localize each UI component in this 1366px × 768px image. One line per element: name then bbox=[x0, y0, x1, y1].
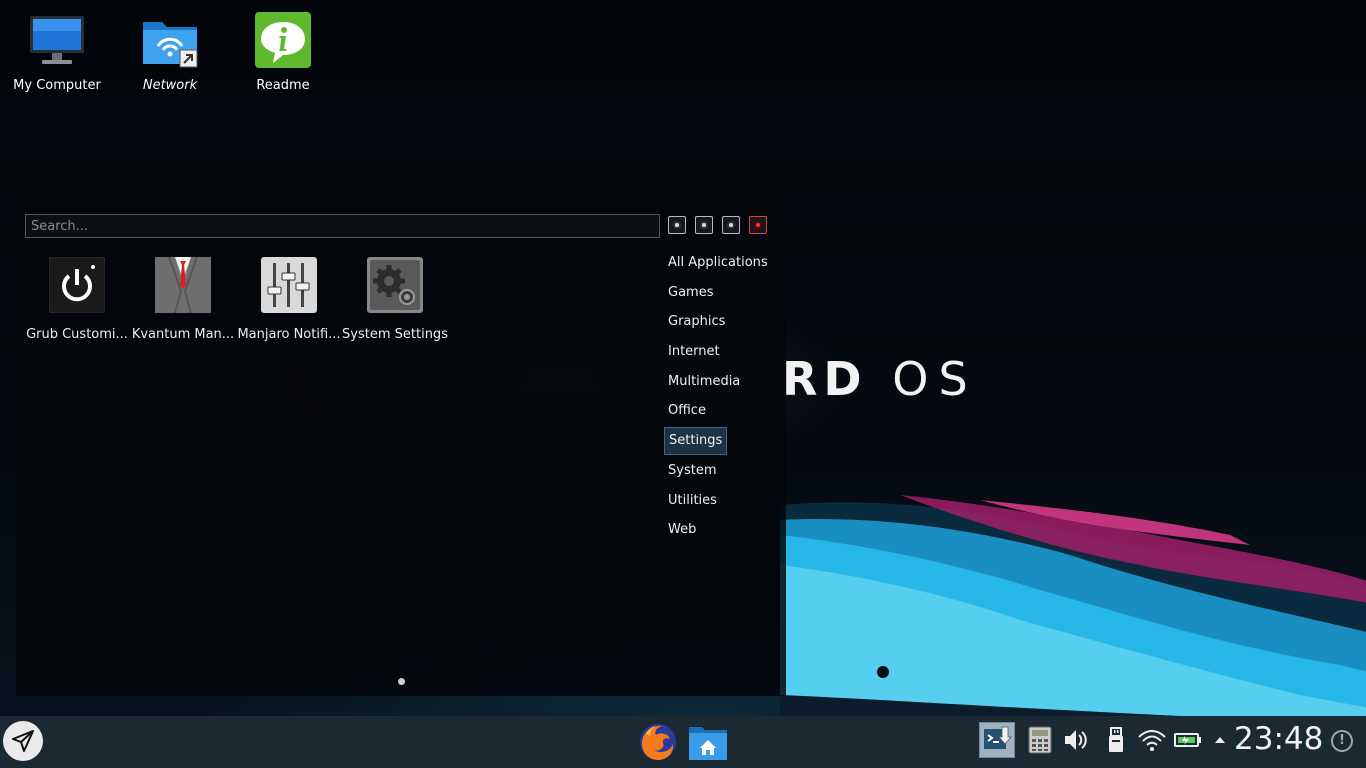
taskbar: 23:48 ! bbox=[0, 716, 1366, 768]
category-list: All Applications Games Graphics Internet… bbox=[664, 249, 784, 546]
expand-tray-button[interactable] bbox=[1206, 724, 1234, 756]
gears-icon bbox=[367, 257, 423, 313]
lock-button[interactable] bbox=[668, 216, 686, 234]
expand-arrow-icon bbox=[1215, 737, 1225, 743]
category-web[interactable]: Web bbox=[664, 516, 700, 544]
application-menu-button[interactable] bbox=[3, 721, 43, 761]
volume-icon bbox=[1065, 730, 1087, 750]
shutdown-button[interactable] bbox=[749, 216, 767, 234]
app-grub-customizer[interactable]: Grub Customi... bbox=[24, 256, 130, 342]
desktop-icon-label: Network bbox=[142, 78, 198, 93]
terminal-download-icon bbox=[984, 726, 1012, 749]
wallpaper-brand-text: RD OS bbox=[782, 352, 978, 406]
calculator-tray[interactable] bbox=[1024, 724, 1056, 756]
category-internet[interactable]: Internet bbox=[664, 338, 724, 366]
firefox-launcher[interactable] bbox=[638, 722, 678, 762]
application-launcher: Grub Customi... Kvantum Man... bbox=[16, 203, 786, 696]
app-label: Grub Customi... bbox=[26, 327, 128, 342]
desktop-icon-network[interactable]: Network bbox=[114, 12, 226, 93]
restart-icon bbox=[727, 221, 735, 229]
lock-icon bbox=[673, 221, 681, 229]
wifi-icon bbox=[1138, 730, 1166, 751]
category-settings[interactable]: Settings bbox=[664, 427, 728, 456]
usb-tray[interactable] bbox=[1100, 724, 1132, 756]
paper-plane-icon bbox=[12, 730, 34, 752]
firefox-icon bbox=[640, 724, 676, 760]
category-utilities[interactable]: Utilities bbox=[664, 487, 721, 515]
app-label: Kvantum Man... bbox=[131, 327, 235, 342]
digital-clock[interactable]: 23:48 bbox=[1234, 721, 1323, 757]
power-icon bbox=[48, 256, 106, 314]
network-folder-icon bbox=[140, 12, 200, 72]
category-games[interactable]: Games bbox=[664, 279, 717, 307]
category-office[interactable]: Office bbox=[664, 397, 710, 425]
monitor-icon bbox=[27, 12, 87, 72]
wallpaper-paint-wave bbox=[780, 495, 1366, 725]
desktop-icon-readme[interactable]: Readme bbox=[227, 12, 339, 93]
app-system-settings[interactable]: System Settings bbox=[342, 257, 448, 342]
desktop-icon-label: My Computer bbox=[13, 78, 101, 93]
notifications-icon[interactable]: ! bbox=[1331, 730, 1353, 752]
usb-icon bbox=[1109, 727, 1123, 752]
suit-icon bbox=[155, 256, 211, 314]
session-buttons bbox=[668, 216, 767, 234]
app-label: Manjaro Notifi... bbox=[237, 327, 341, 342]
mixer-icon bbox=[261, 257, 317, 313]
logout-button[interactable] bbox=[695, 216, 713, 234]
calculator-icon bbox=[1028, 726, 1052, 754]
desktop-icon-my-computer[interactable]: My Computer bbox=[1, 12, 113, 93]
app-manjaro-notifier[interactable]: Manjaro Notifi... bbox=[236, 257, 342, 342]
wifi-tray[interactable] bbox=[1136, 724, 1168, 756]
file-manager-launcher[interactable] bbox=[688, 722, 728, 762]
home-folder-icon bbox=[689, 727, 727, 760]
restart-button[interactable] bbox=[722, 216, 740, 234]
battery-icon bbox=[1174, 733, 1201, 747]
shutdown-icon bbox=[754, 221, 762, 229]
category-graphics[interactable]: Graphics bbox=[664, 308, 729, 336]
search-input[interactable] bbox=[25, 214, 660, 238]
volume-tray[interactable] bbox=[1060, 724, 1092, 756]
desktop-icon-label: Readme bbox=[256, 78, 310, 93]
terminal-download-tray[interactable] bbox=[979, 722, 1015, 758]
category-multimedia[interactable]: Multimedia bbox=[664, 368, 744, 396]
page-indicator-dot[interactable] bbox=[398, 678, 405, 685]
app-label: System Settings bbox=[342, 327, 448, 342]
info-icon bbox=[253, 12, 313, 72]
category-all-applications[interactable]: All Applications bbox=[664, 249, 772, 277]
logout-icon bbox=[700, 221, 708, 229]
app-grid: Grub Customi... Kvantum Man... Manjaro N… bbox=[24, 256, 448, 342]
battery-tray[interactable] bbox=[1172, 724, 1204, 756]
app-kvantum-manager[interactable]: Kvantum Man... bbox=[130, 256, 236, 342]
category-system[interactable]: System bbox=[664, 457, 720, 485]
